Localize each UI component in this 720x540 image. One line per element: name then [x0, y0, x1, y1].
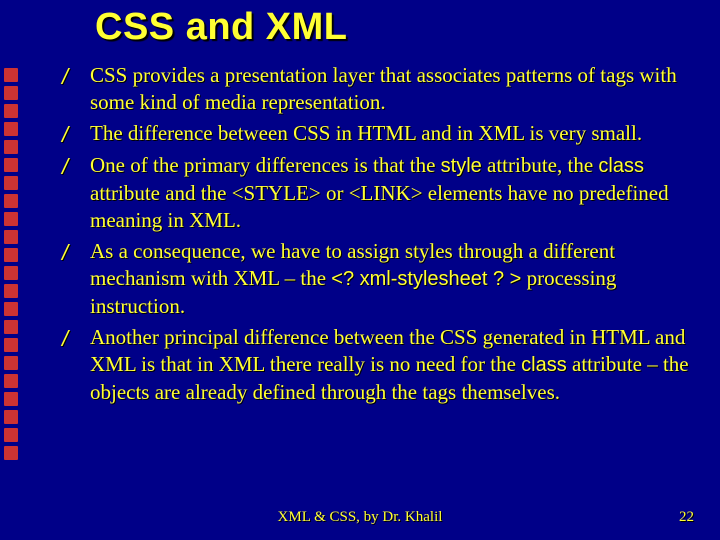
- decor-square: [4, 392, 18, 406]
- bullet-mark-icon: /: [62, 238, 90, 266]
- page-number: 22: [679, 509, 694, 526]
- bullet-item: /Another principal difference between th…: [62, 324, 690, 406]
- decor-square: [4, 140, 18, 154]
- decor-squares: [4, 68, 22, 460]
- bullet-item: /The difference between CSS in HTML and …: [62, 120, 690, 148]
- decor-square: [4, 86, 18, 100]
- decor-square: [4, 338, 18, 352]
- bullet-text: CSS provides a presentation layer that a…: [90, 62, 690, 116]
- decor-square: [4, 68, 18, 82]
- decor-square: [4, 176, 18, 190]
- decor-square: [4, 428, 18, 442]
- decor-square: [4, 104, 18, 118]
- decor-square: [4, 248, 18, 262]
- decor-square: [4, 410, 18, 424]
- decor-square: [4, 320, 18, 334]
- decor-square: [4, 266, 18, 280]
- decor-square: [4, 356, 18, 370]
- bullet-text: The difference between CSS in HTML and i…: [90, 120, 690, 147]
- bullet-text: Another principal difference between the…: [90, 324, 690, 406]
- decor-square: [4, 158, 18, 172]
- bullet-mark-icon: /: [62, 120, 90, 148]
- decor-square: [4, 446, 18, 460]
- bullet-mark-icon: /: [62, 324, 90, 352]
- bullet-mark-icon: /: [62, 62, 90, 90]
- decor-square: [4, 212, 18, 226]
- decor-square: [4, 284, 18, 298]
- decor-square: [4, 302, 18, 316]
- bullet-item: /As a consequence, we have to assign sty…: [62, 238, 690, 320]
- bullet-item: /One of the primary differences is that …: [62, 152, 690, 234]
- bullet-text: One of the primary differences is that t…: [90, 152, 690, 234]
- decor-square: [4, 194, 18, 208]
- bullet-text: As a consequence, we have to assign styl…: [90, 238, 690, 320]
- slide: CSS and XML /CSS provides a presentation…: [0, 0, 720, 540]
- slide-content: /CSS provides a presentation layer that …: [62, 62, 690, 410]
- decor-square: [4, 122, 18, 136]
- decor-square: [4, 230, 18, 244]
- bullet-mark-icon: /: [62, 152, 90, 180]
- footer-credit: XML & CSS, by Dr. Khalil: [0, 509, 720, 526]
- decor-square: [4, 374, 18, 388]
- bullet-item: /CSS provides a presentation layer that …: [62, 62, 690, 116]
- slide-title: CSS and XML: [95, 6, 348, 49]
